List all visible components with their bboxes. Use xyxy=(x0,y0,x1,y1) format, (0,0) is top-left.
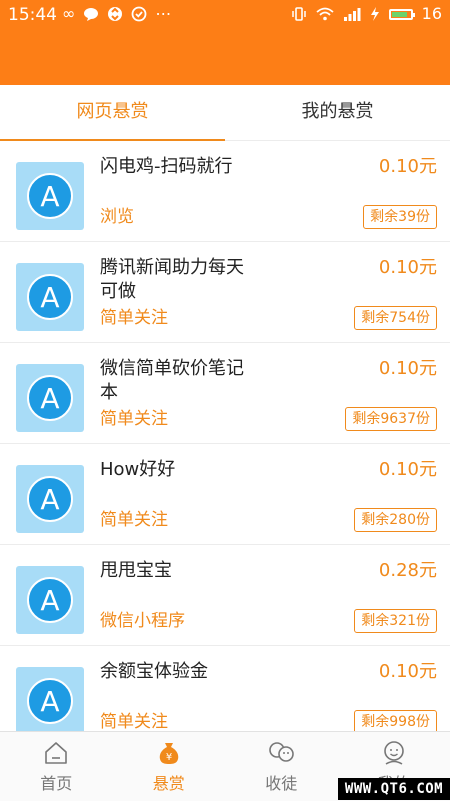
battery-icon xyxy=(389,9,413,20)
task-price: 0.10元 xyxy=(379,660,437,684)
task-avatar: A xyxy=(16,364,84,432)
list-item[interactable]: A 微信简单砍价笔记本 0.10元 简单关注 剩余9637份 xyxy=(0,343,450,444)
list-item[interactable]: A 腾讯新闻助力每天可做 0.10元 简单关注 剩余754份 xyxy=(0,242,450,343)
task-price: 0.10元 xyxy=(379,357,437,381)
task-type: 微信小程序 xyxy=(100,609,185,633)
task-avatar: A xyxy=(16,263,84,331)
nav-apprentice-label: 收徒 xyxy=(265,770,297,794)
task-type: 浏览 xyxy=(100,205,134,229)
wifi-icon xyxy=(316,7,334,21)
tab-bar: 网页悬赏 我的悬赏 xyxy=(0,85,450,141)
nav-rewards-label: 悬赏 xyxy=(153,770,185,794)
remaining-badge: 剩余280份 xyxy=(354,508,437,532)
avatar-letter-icon: A xyxy=(27,173,73,219)
task-title: 闪电鸡-扫码就行 xyxy=(100,155,260,179)
tab-my-rewards[interactable]: 我的悬赏 xyxy=(225,85,450,140)
reward-list[interactable]: A 闪电鸡-扫码就行 0.10元 浏览 剩余39份 A 腾讯新闻助力每天可做 0… xyxy=(0,141,450,731)
task-price: 0.28元 xyxy=(379,559,437,583)
list-item[interactable]: A 余额宝体验金 0.10元 简单关注 剩余998份 xyxy=(0,646,450,731)
nav-home[interactable]: 首页 xyxy=(0,732,113,801)
avatar-letter-icon: A xyxy=(27,476,73,522)
home-icon xyxy=(42,740,70,766)
header-bar: 15:44 ∞ ⋯ xyxy=(0,0,450,85)
site-watermark: WWW.QT6.COM xyxy=(338,778,450,800)
task-avatar: A xyxy=(16,667,84,731)
signal-icon xyxy=(343,7,361,21)
task-type: 简单关注 xyxy=(100,710,168,731)
remaining-badge: 剩余39份 xyxy=(363,205,437,229)
task-type: 简单关注 xyxy=(100,407,168,431)
check-circle-icon xyxy=(131,6,147,22)
task-title: How好好 xyxy=(100,458,260,482)
status-bar: 15:44 ∞ ⋯ xyxy=(0,0,450,30)
nav-home-label: 首页 xyxy=(40,770,72,794)
avatar-letter-icon: A xyxy=(27,577,73,623)
avatar-letter-icon: A xyxy=(27,274,73,320)
task-price: 0.10元 xyxy=(379,458,437,482)
remaining-badge: 剩余9637份 xyxy=(345,407,437,431)
list-item[interactable]: A How好好 0.10元 简单关注 剩余280份 xyxy=(0,444,450,545)
task-price: 0.10元 xyxy=(379,256,437,280)
task-avatar: A xyxy=(16,162,84,230)
avatar-letter-icon: A xyxy=(27,678,73,724)
remaining-badge: 剩余754份 xyxy=(354,306,437,330)
svg-text:¥: ¥ xyxy=(166,752,172,763)
task-type: 简单关注 xyxy=(100,306,168,330)
avatar-letter-icon: A xyxy=(27,375,73,421)
charging-icon xyxy=(370,7,380,21)
more-icon: ⋯ xyxy=(155,4,171,24)
tab-web-rewards[interactable]: 网页悬赏 xyxy=(0,85,225,140)
profile-icon xyxy=(380,740,408,766)
money-bag-icon: ¥ xyxy=(155,740,183,766)
remaining-badge: 剩余321份 xyxy=(354,609,437,633)
battery-level: 16 xyxy=(422,4,442,24)
infinity-icon: ∞ xyxy=(62,4,75,24)
vibrate-icon xyxy=(291,6,307,22)
task-title: 余额宝体验金 xyxy=(100,660,260,684)
sync-icon xyxy=(107,6,123,22)
users-icon xyxy=(267,740,295,766)
remaining-badge: 剩余998份 xyxy=(354,710,437,731)
status-right-icons: 16 xyxy=(291,4,442,24)
status-left-icons: ∞ ⋯ xyxy=(62,4,171,24)
task-title: 甩甩宝宝 xyxy=(100,559,260,583)
task-title: 腾讯新闻助力每天可做 xyxy=(100,256,260,304)
task-price: 0.10元 xyxy=(379,155,437,179)
task-avatar: A xyxy=(16,566,84,634)
task-type: 简单关注 xyxy=(100,508,168,532)
nav-rewards[interactable]: ¥ 悬赏 xyxy=(113,732,226,801)
list-item[interactable]: A 甩甩宝宝 0.28元 微信小程序 剩余321份 xyxy=(0,545,450,646)
task-title: 微信简单砍价笔记本 xyxy=(100,357,260,405)
list-item[interactable]: A 闪电鸡-扫码就行 0.10元 浏览 剩余39份 xyxy=(0,141,450,242)
nav-apprentice[interactable]: 收徒 xyxy=(225,732,338,801)
chat-bubble-icon xyxy=(83,7,99,22)
status-time: 15:44 xyxy=(8,5,57,25)
task-avatar: A xyxy=(16,465,84,533)
